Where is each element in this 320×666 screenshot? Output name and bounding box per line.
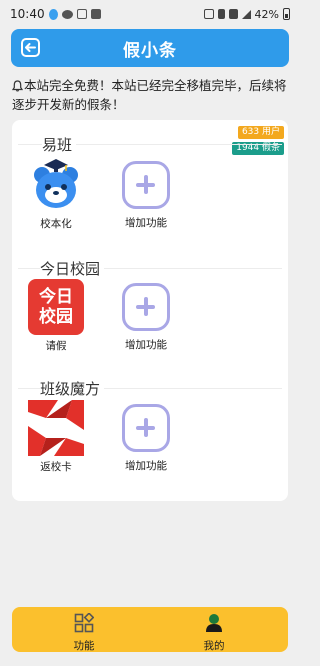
function-card: 633 用户 1944 假条 易班 校本化 增加功能 今日校园 今日 校园 请假… xyxy=(12,120,288,501)
app-notification-icon xyxy=(76,9,87,19)
back-icon[interactable] xyxy=(21,38,40,57)
nfc-icon xyxy=(203,9,214,19)
add-function-icon xyxy=(122,283,170,331)
status-bar: 10:40 42% xyxy=(0,0,300,28)
nav-functions[interactable]: 功能 xyxy=(54,612,114,653)
wechat-notification-icon xyxy=(61,9,73,19)
add-function-icon xyxy=(122,404,170,452)
nav-label: 我的 xyxy=(203,640,225,652)
grid-icon xyxy=(74,612,95,633)
tile-qingjia[interactable]: 今日 校园 请假 xyxy=(24,279,88,353)
signal-icon xyxy=(241,9,251,19)
section-title: 班级魔方 xyxy=(40,378,105,399)
status-left: 10:40 xyxy=(10,7,101,21)
jinri-xiaoyuan-icon: 今日 校园 xyxy=(28,279,84,335)
page-title: 假小条 xyxy=(123,40,177,61)
tile-add-function[interactable]: 增加功能 xyxy=(114,279,178,352)
bell-icon xyxy=(12,80,23,92)
logo-text-line2: 校园 xyxy=(39,307,73,327)
section-title: 易班 xyxy=(42,134,77,155)
section-title: 今日校园 xyxy=(40,258,105,279)
status-right: 42% xyxy=(203,7,290,21)
tile-label: 请假 xyxy=(45,340,67,352)
tile-add-function[interactable]: 增加功能 xyxy=(114,157,178,230)
tile-label: 校本化 xyxy=(40,218,72,230)
nav-label: 功能 xyxy=(73,640,95,652)
battery-icon xyxy=(283,8,290,20)
banji-mofang-icon xyxy=(28,400,84,456)
tile-label: 增加功能 xyxy=(125,339,167,351)
app-header: 假小条 xyxy=(11,29,289,67)
notice-text: 本站完全免费！本站已经完全移植完毕，后续将逐步开发新的假条！ xyxy=(12,78,287,112)
logo-text-line1: 今日 xyxy=(39,287,73,307)
tile-fanxiaoka[interactable]: 返校卡 xyxy=(24,400,88,474)
battery-percent: 42% xyxy=(254,7,279,21)
tile-label: 增加功能 xyxy=(125,217,167,229)
qq-notification-icon xyxy=(48,8,58,20)
tile-add-function[interactable]: 增加功能 xyxy=(114,400,178,473)
status-time: 10:40 xyxy=(10,7,45,21)
tile-label: 增加功能 xyxy=(125,460,167,472)
vibrate-icon xyxy=(217,9,225,19)
notice-banner: 本站完全免费！本站已经完全移植完毕，后续将逐步开发新的假条！ xyxy=(12,76,290,114)
add-function-icon xyxy=(122,161,170,209)
tile-xiaobenhua[interactable]: 校本化 xyxy=(24,157,88,231)
bottom-nav: 功能 我的 xyxy=(12,607,288,652)
user-icon xyxy=(206,614,222,632)
users-count-badge: 633 用户 xyxy=(237,126,284,139)
tile-label: 返校卡 xyxy=(40,461,72,473)
nav-mine[interactable]: 我的 xyxy=(184,613,244,653)
image-notification-icon xyxy=(90,9,101,19)
mute-icon xyxy=(228,9,238,19)
yiban-bear-icon xyxy=(28,157,84,213)
